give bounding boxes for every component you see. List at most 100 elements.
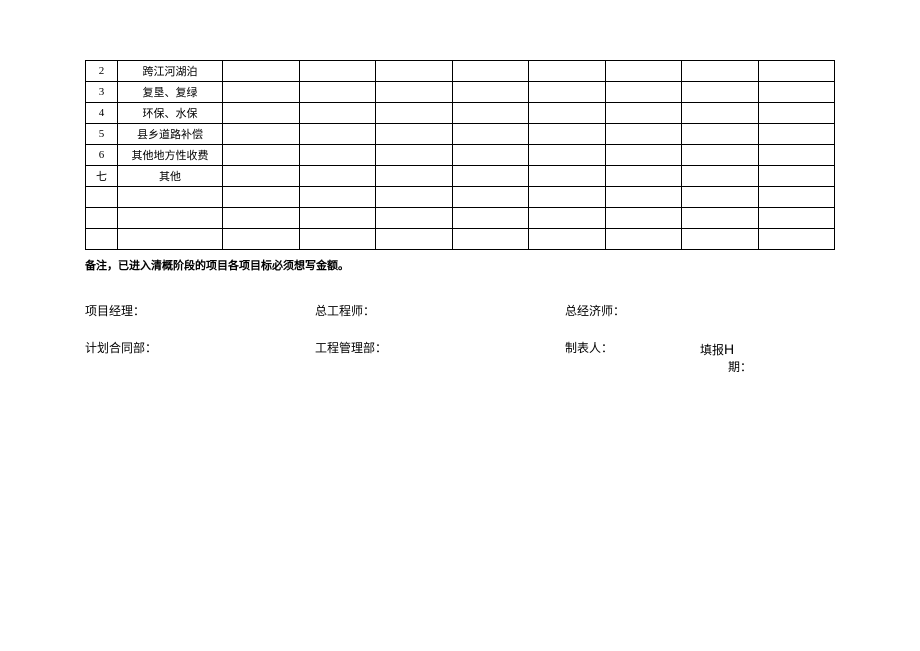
cell-data [758,124,835,145]
cell-data [299,82,376,103]
cell-data [452,124,529,145]
table-row [86,208,835,229]
cell-data [299,229,376,250]
cell-data [299,103,376,124]
cell-idx: 3 [86,82,118,103]
table-row [86,187,835,208]
cell-data [223,103,300,124]
cell-data [452,229,529,250]
cell-item: 其他 [118,166,223,187]
cell-data [758,187,835,208]
cell-idx: 5 [86,124,118,145]
cell-data [529,61,606,82]
cell-item [118,208,223,229]
cell-data [605,187,682,208]
cell-data [605,61,682,82]
cell-data [376,61,453,82]
table-row: 七 其他 [86,166,835,187]
cell-data [529,103,606,124]
cell-data [452,61,529,82]
cell-data [605,124,682,145]
cell-data [452,187,529,208]
cell-data [529,82,606,103]
chief-engineer-label: 总工程师： [315,302,565,319]
cell-item: 跨江河湖泊 [118,61,223,82]
table-row: 3 复垦、复绿 [86,82,835,103]
cell-data [529,187,606,208]
cell-data [758,103,835,124]
cell-item [118,229,223,250]
cell-idx: 2 [86,61,118,82]
table-body: 2 跨江河湖泊 3 复垦、复绿 4 环保、水保 [86,61,835,250]
cell-data [682,229,759,250]
signature-row-2: 计划合同部： 工程管理部： 制表人： 填报H 期： [85,339,835,375]
cell-data [758,82,835,103]
cell-data [529,166,606,187]
empty-cell [700,302,835,319]
cell-item: 县乡道路补偿 [118,124,223,145]
cell-data [376,229,453,250]
cell-data [758,145,835,166]
cell-item: 复垦、复绿 [118,82,223,103]
cell-data [529,124,606,145]
cell-data [682,61,759,82]
cell-data [223,166,300,187]
cell-data [376,166,453,187]
fill-prefix: 填报 [700,343,724,357]
cell-data [376,187,453,208]
cell-data [682,187,759,208]
signature-area: 项目经理： 总工程师： 总经济师： 计划合同部： 工程管理部： 制表人： 填报H… [85,302,835,375]
cell-data [376,124,453,145]
cell-data [605,229,682,250]
table-row: 6 其他地方性收费 [86,145,835,166]
cell-data [529,208,606,229]
cell-data [605,82,682,103]
cell-idx [86,187,118,208]
cell-data [758,61,835,82]
table-row [86,229,835,250]
cell-data [452,208,529,229]
cell-data [529,145,606,166]
cell-data [376,82,453,103]
cell-data [758,208,835,229]
cell-idx [86,208,118,229]
chief-economist-label: 总经济师： [565,302,700,319]
cell-data [529,229,606,250]
cell-data [682,166,759,187]
cell-data [682,124,759,145]
signature-row-1: 项目经理： 总工程师： 总经济师： [85,302,835,319]
cell-data [223,229,300,250]
cell-data [758,229,835,250]
cell-idx: 4 [86,103,118,124]
project-mgmt-label: 工程管理部： [315,339,565,375]
cell-data [223,61,300,82]
project-manager-label: 项目经理： [85,302,315,319]
cell-data [223,124,300,145]
cell-item [118,187,223,208]
plan-contract-label: 计划合同部： [85,339,315,375]
cell-idx: 6 [86,145,118,166]
cell-data [758,166,835,187]
cell-data [223,187,300,208]
cell-data [376,103,453,124]
cell-data [682,208,759,229]
cell-data [223,145,300,166]
table-row: 2 跨江河湖泊 [86,61,835,82]
cell-data [452,103,529,124]
cell-data [376,145,453,166]
cell-item: 其他地方性收费 [118,145,223,166]
preparer-label: 制表人： [565,339,700,375]
cell-data [299,187,376,208]
table-row: 5 县乡道路补偿 [86,124,835,145]
cell-data [605,145,682,166]
cell-data [682,82,759,103]
cell-data [299,61,376,82]
cell-idx [86,229,118,250]
fill-date-label: 填报H 期： [700,339,835,375]
cell-data [682,145,759,166]
cell-data [299,124,376,145]
data-table: 2 跨江河湖泊 3 复垦、复绿 4 环保、水保 [85,60,835,250]
fill-big-h: H [724,341,734,357]
cell-data [223,82,300,103]
cell-data [299,208,376,229]
